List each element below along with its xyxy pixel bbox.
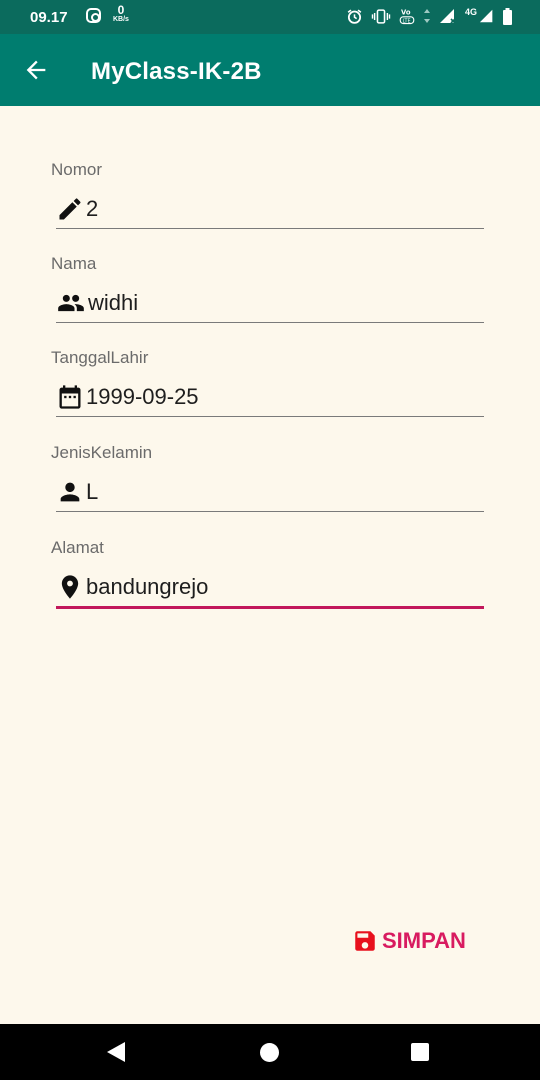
field-label-nama: Nama (51, 254, 97, 273)
svg-text:LTE: LTE (402, 18, 410, 24)
volte-icon: VoLTE (399, 9, 415, 24)
system-nav-bar (0, 1024, 540, 1080)
field-label-nomor: Nomor (51, 160, 103, 179)
field-label-jenis-kelamin: JenisKelamin (51, 443, 153, 462)
field-jenis-kelamin: JenisKelamin L (51, 443, 484, 512)
instagram-icon (86, 8, 101, 23)
data-arrows-icon (423, 9, 430, 23)
location-pin-icon (61, 575, 79, 599)
page-title: MyClass-IK-2B (91, 58, 262, 85)
field-label-tanggal-lahir: TanggalLahir (51, 348, 149, 367)
status-bar: 09.17 0 KB/s Vo LTE 4G (0, 0, 540, 34)
alamat-value: bandungrejo (86, 574, 209, 599)
status-icons: Vo LTE 4G (346, 7, 512, 25)
people-icon (58, 294, 84, 312)
alarm-icon (347, 9, 362, 24)
arrow-back-icon (26, 60, 46, 80)
field-tanggal-lahir: TanggalLahir 1999-09-25 (51, 348, 484, 417)
tanggal-lahir-value: 1999-09-25 (86, 384, 199, 409)
save-button-label: SIMPAN (382, 928, 466, 953)
save-button[interactable]: SIMPAN (352, 928, 466, 954)
signal-4g-icon (479, 9, 493, 23)
nomor-value: 2 (86, 196, 99, 221)
tanggal-lahir-input[interactable]: 1999-09-25 (56, 378, 484, 417)
nomor-input[interactable]: 2 (56, 190, 484, 229)
field-alamat: Alamat bandungrejo (51, 538, 484, 609)
nav-home-icon[interactable] (260, 1043, 279, 1062)
back-button[interactable] (22, 56, 50, 84)
signal-icon (439, 9, 456, 24)
nav-back-icon[interactable] (107, 1042, 125, 1062)
app-bar: MyClass-IK-2B (0, 34, 540, 106)
nama-input[interactable]: widhi (56, 284, 484, 323)
person-icon (60, 482, 80, 502)
network-type: 4G (464, 7, 477, 17)
network-speed-unit: KB/s (113, 16, 129, 23)
network-speed: 0 KB/s (113, 4, 129, 25)
calendar-icon (59, 385, 81, 409)
field-nomor: Nomor 2 (51, 160, 484, 229)
status-time: 09.17 (30, 9, 68, 26)
svg-text:Vo: Vo (401, 9, 411, 17)
alamat-input[interactable]: bandungrejo (56, 568, 484, 609)
battery-icon (503, 7, 512, 25)
field-label-alamat: Alamat (51, 538, 104, 557)
save-icon (355, 931, 375, 951)
pencil-icon (59, 198, 81, 220)
jenis-kelamin-value: L (86, 479, 99, 504)
nama-value: widhi (88, 290, 139, 315)
vibrate-icon (371, 8, 391, 24)
nav-recents-icon[interactable] (411, 1043, 429, 1061)
field-nama: Nama widhi (51, 254, 484, 323)
jenis-kelamin-input[interactable]: L (56, 473, 484, 512)
